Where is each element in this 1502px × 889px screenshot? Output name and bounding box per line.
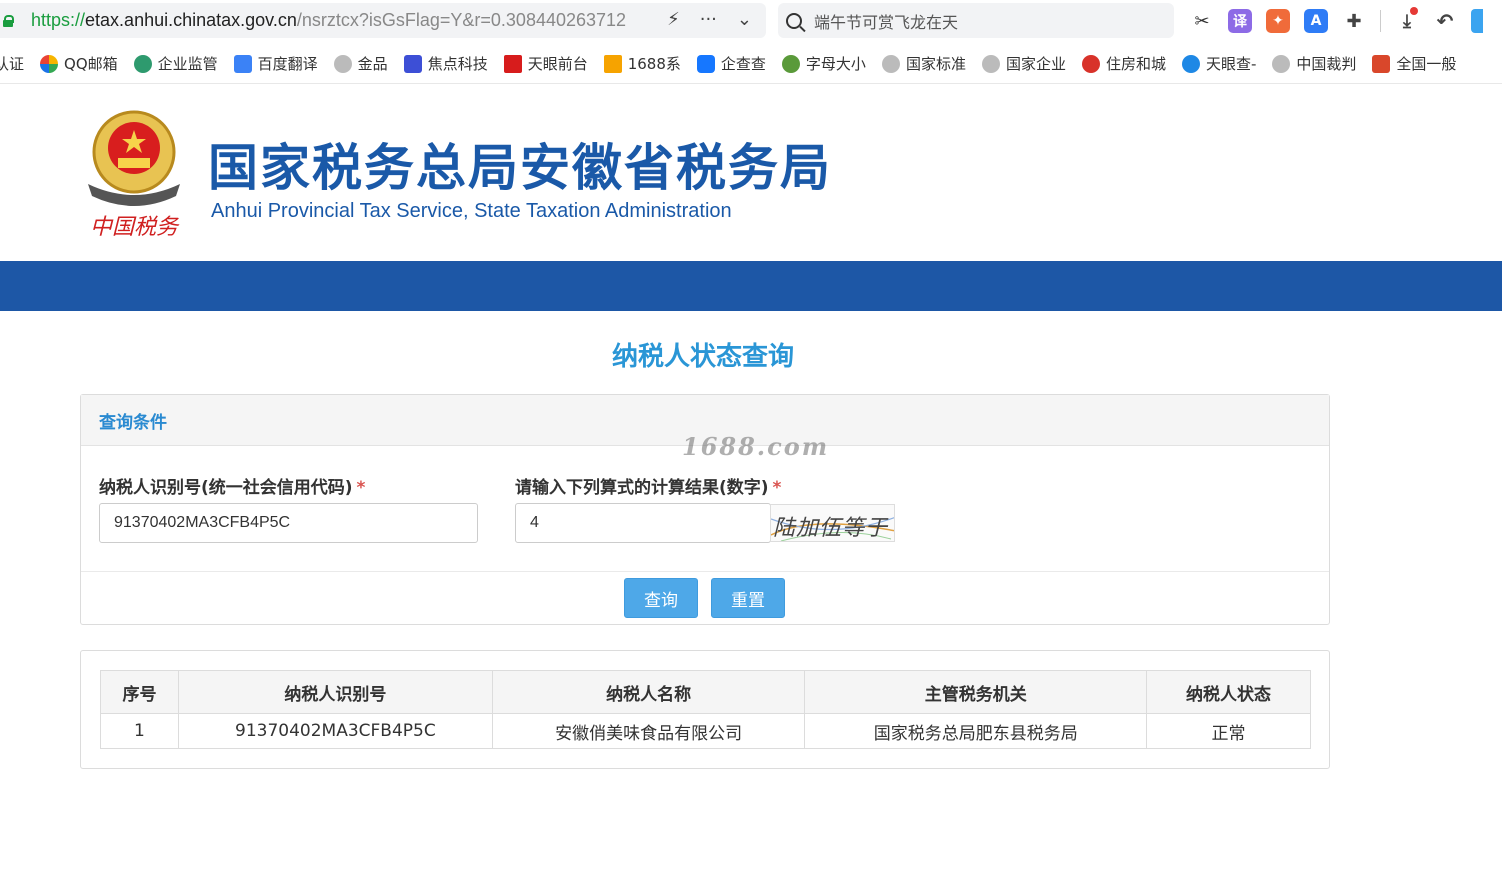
table-row: 1 91370402MA3CFB4P5C 安徽俏美味食品有限公司 国家税务总局肥… [100,713,1311,749]
bookmark-item[interactable]: 全国一般 [1372,53,1456,74]
bookmark-item[interactable]: 天眼前台 [503,53,588,74]
table-cell: 国家税务总局肥东县税务局 [804,713,1148,749]
bookmark-item[interactable]: 认证 [0,53,24,74]
browser-toolbar: https://etax.anhui.chinatax.gov.cn/nsrzt… [0,0,1502,42]
ai-icon[interactable]: A [1304,9,1328,33]
results-table: 序号 纳税人识别号 纳税人名称 主管税务机关 纳税人状态 1 91370402M… [100,670,1311,749]
panel-divider [81,571,1329,572]
table-cell: 安徽俏美味食品有限公司 [491,713,806,749]
page-title: 纳税人状态查询 [611,342,794,372]
site-header: 中国税务 国家税务总局安徽省税务局 Anhui Provincial Tax S… [0,86,1502,261]
bookmark-item[interactable]: QQ邮箱 [40,53,118,74]
captcha-label: 请输入下列算式的计算结果(数字) * [515,478,782,498]
bookmark-item[interactable]: 企查查 [696,53,766,74]
captcha-text: 陆加伍等于 [773,516,889,541]
search-box[interactable]: 端午节可赏飞龙在天 [778,3,1174,38]
lightning-icon[interactable]: ⚡ [667,9,680,30]
bookmark-item[interactable]: 字母大小 [781,53,866,74]
bookmark-item[interactable]: 百度翻译 [233,53,318,74]
bookmark-item[interactable]: 企业监管 [133,53,218,74]
globe-icon [333,54,352,73]
nav-bar [0,261,1502,311]
scissors-icon[interactable]: ✂ [1190,9,1214,33]
bookmark-item[interactable]: 中国裁判 [1272,53,1356,74]
search-icon [786,12,802,29]
bookmark-item[interactable]: 住房和城 [1081,53,1166,74]
column-header: 主管税务机关 [804,670,1148,714]
address-bar[interactable]: https://etax.anhui.chinatax.gov.cn/nsrzt… [0,3,766,38]
column-header: 纳税人状态 [1146,670,1311,714]
search-text: 端午节可赏飞龙在天 [814,12,959,32]
captcha-image[interactable]: 陆加伍等于 [770,504,895,542]
v-logo-icon [503,54,522,73]
column-header: 序号 [100,670,179,714]
search-button[interactable]: 查询 [624,578,698,618]
taxpayer-id-label: 纳税人识别号(统一社会信用代码) * [99,478,366,498]
game-icon[interactable]: ✦ [1266,9,1290,33]
toolbar-divider [1380,10,1381,32]
notification-dot [1410,7,1418,15]
table-cell: 91370402MA3CFB4P5C [177,713,493,749]
bookmark-item[interactable]: 1688系 [603,53,681,74]
download-icon[interactable]: ⤓ [1395,7,1419,33]
table-cell: 正常 [1146,713,1311,749]
qqmail-icon [40,54,59,73]
taxpayer-id-input[interactable]: 91370402MA3CFB4P5C [99,503,478,543]
lock-icon [3,14,14,27]
table-header-row: 序号 纳税人识别号 纳税人名称 主管税务机关 纳税人状态 [100,670,1311,714]
bookmark-item[interactable]: 天眼查- [1181,53,1256,74]
site-title: 国家税务总局安徽省税务局 [208,139,832,197]
reset-button[interactable]: 重置 [711,578,785,618]
bookmark-item[interactable]: 国家标准 [881,53,966,74]
sidebar-icon[interactable] [1471,9,1483,33]
tianyancha-icon [1181,54,1200,73]
table-cell: 1 [100,713,179,749]
globe-icon [1272,54,1291,73]
building-icon [1372,54,1391,73]
tax-emblem-logo: 中国税务 [88,110,180,240]
column-header: 纳税人识别号 [177,670,493,714]
url-text[interactable]: https://etax.anhui.chinatax.gov.cn/nsrzt… [31,10,651,31]
frog-icon [781,54,800,73]
translate-icon[interactable]: 译 [1228,9,1252,33]
watermark: 1688.com [682,432,830,461]
1688-icon [603,54,622,73]
chevron-down-icon[interactable]: ⌄ [737,9,752,30]
undo-icon[interactable]: ↶ [1433,9,1457,33]
required-mark: * [356,478,366,498]
results-panel: 序号 纳税人识别号 纳税人名称 主管税务机关 纳税人状态 1 91370402M… [80,650,1330,769]
bookmark-item[interactable]: 国家企业 [981,53,1066,74]
translate-icon [233,54,252,73]
more-icon[interactable]: ··· [700,9,717,30]
qichacha-icon [696,54,715,73]
bookmarks-bar: 认证 QQ邮箱 企业监管 百度翻译 金品 焦点科技 天眼前台 1688系 企查查… [0,44,1502,84]
site-subtitle: Anhui Provincial Tax Service, State Taxa… [211,200,732,222]
globe-icon [881,54,900,73]
column-header: 纳税人名称 [491,670,806,714]
focus-tech-icon [403,54,422,73]
globe-icon [133,54,152,73]
globe-icon [981,54,1000,73]
query-panel: 查询条件 纳税人识别号(统一社会信用代码) * 91370402MA3CFB4P5… [80,394,1330,625]
bookmark-item[interactable]: 焦点科技 [403,53,488,74]
captcha-input[interactable]: 4 [515,503,771,543]
bookmark-item[interactable]: 金品 [333,53,388,74]
required-mark: * [772,478,782,498]
puzzle-icon[interactable]: ✚ [1342,9,1366,33]
emblem-icon [1081,54,1100,73]
emblem-caption: 中国税务 [90,215,180,240]
